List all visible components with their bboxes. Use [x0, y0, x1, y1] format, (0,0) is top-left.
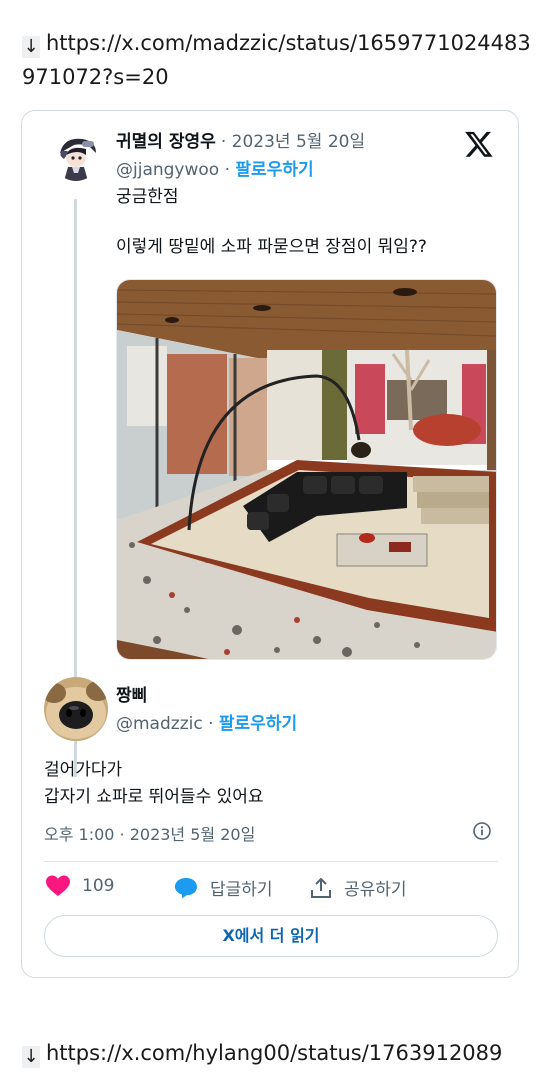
reply-author-handle[interactable]: @madzzic [116, 714, 203, 734]
reply-follow-button[interactable]: 팔로우하기 [219, 714, 297, 734]
action-bar: 109 답글하기 공유하기 [44, 875, 498, 901]
reply-button[interactable]: 답글하기 [174, 875, 273, 900]
top-link-text[interactable]: https://x.com/madzzic/status/16597710244… [22, 31, 531, 89]
author-handle[interactable]: @jjangywoo [116, 160, 219, 180]
separator-dot: · [208, 714, 219, 734]
bottom-link-text[interactable]: https://x.com/hylang00/status/1763912089 [46, 1041, 502, 1065]
reply-avatar[interactable] [44, 677, 108, 741]
share-label: 공유하기 [344, 880, 407, 900]
bottom-link[interactable]: ↓ https://x.com/hylang00/status/176391208… [22, 1036, 532, 1070]
embedded-tweet-card[interactable]: 귀멸의 장영우 · 2023년 5월 20일 @jjangywoo · 팔로우하… [21, 110, 519, 978]
share-icon [311, 877, 331, 898]
reply-bubble-icon [175, 877, 197, 898]
separator-dot: · [224, 160, 236, 180]
tweet-date[interactable]: · 2023년 5월 20일 [221, 132, 365, 152]
like-button[interactable]: 109 [46, 875, 114, 897]
reply-author-name[interactable]: 짱삐 [116, 681, 147, 706]
reply-handle-row: @madzzic · 팔로우하기 [116, 709, 297, 734]
down-arrow-icon: ↓ [22, 36, 40, 58]
top-link[interactable]: ↓ https://x.com/madzzic/status/1659771024… [22, 26, 532, 94]
reply-text: 걸어가다가 갑자기 쇼파로 뛰어들수 있어요 [44, 760, 264, 807]
reply-label: 답글하기 [210, 880, 273, 900]
x-logo-icon[interactable] [464, 129, 494, 159]
author-name[interactable]: 귀멸의 장영우 [116, 132, 216, 152]
follow-button[interactable]: 팔로우하기 [235, 160, 313, 180]
tweet-header: 귀멸의 장영우 · 2023년 5월 20일 [116, 127, 365, 152]
avatar[interactable] [52, 133, 100, 181]
handle-row: @jjangywoo · 팔로우하기 [116, 155, 314, 180]
tweet-text: 궁금한점 이렇게 땅밑에 소파 파묻으면 장점이 뭐임?? [116, 187, 427, 257]
info-icon[interactable] [472, 821, 492, 841]
down-arrow-icon: ↓ [22, 1046, 40, 1068]
read-more-button[interactable]: X에서 더 읽기 [44, 915, 498, 957]
divider [44, 861, 498, 862]
like-count: 109 [82, 876, 115, 896]
reply-timestamp[interactable]: 오후 1:00 · 2023년 5월 20일 [44, 821, 255, 845]
tweet-photo[interactable] [116, 279, 497, 660]
heart-icon [46, 875, 70, 896]
share-button[interactable]: 공유하기 [310, 875, 407, 900]
